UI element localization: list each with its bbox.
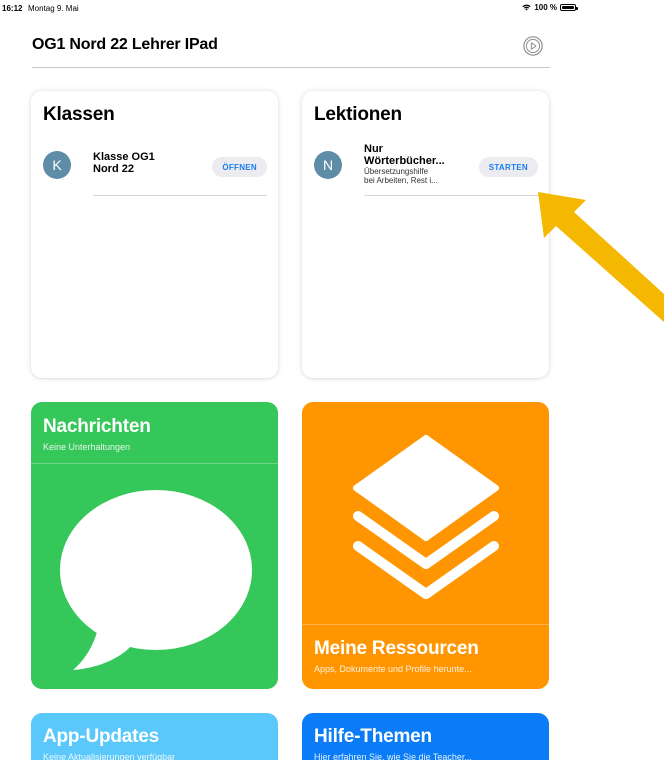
- settings-icon[interactable]: [522, 35, 544, 57]
- message-bubble-icon: [60, 490, 252, 670]
- lesson-name-line2: Wörterbücher...: [364, 155, 445, 167]
- lesson-name: Nur Wörterbücher...: [364, 143, 445, 167]
- lessons-card: Lektionen N Nur Wörterbücher... Übersetz…: [302, 91, 549, 378]
- resources-subtitle: Apps, Dokumente und Profile herunte...: [314, 664, 472, 674]
- lesson-desc-line2: bei Arbeiten, Rest i...: [364, 176, 438, 185]
- layers-icon: [353, 435, 499, 599]
- app-updates-card[interactable]: App-Updates Keine Aktualisierungen verfü…: [31, 713, 278, 760]
- resources-divider: [302, 624, 549, 625]
- messages-divider: [31, 463, 278, 464]
- row-divider: [364, 195, 538, 196]
- status-date: Montag 9. Mai: [28, 4, 79, 13]
- status-right: 100 %: [522, 3, 578, 12]
- battery-percentage: 100 %: [534, 3, 557, 12]
- app-updates-title: App-Updates: [43, 726, 160, 747]
- class-avatar: K: [43, 151, 71, 179]
- resources-title: Meine Ressourcen: [314, 638, 479, 659]
- header-divider: [32, 67, 550, 68]
- app-updates-subtitle: Keine Aktualisierungen verfügbar: [43, 752, 176, 760]
- wifi-icon: [522, 4, 531, 11]
- status-bar: 16:12 Montag 9. Mai 100 %: [0, 0, 664, 16]
- lesson-desc-line1: Übersetzungshilfe: [364, 167, 429, 176]
- battery-icon: [560, 4, 578, 11]
- help-topics-card[interactable]: Hilfe-Themen Hier erfahren Sie, wie Sie …: [302, 713, 549, 760]
- row-divider: [93, 195, 267, 196]
- messages-title: Nachrichten: [43, 416, 151, 437]
- resources-card[interactable]: Meine Ressourcen Apps, Dokumente und Pro…: [302, 402, 549, 689]
- start-lesson-button[interactable]: STARTEN: [478, 157, 538, 177]
- lesson-avatar: N: [314, 151, 342, 179]
- classes-title: Klassen: [43, 104, 115, 125]
- classes-card: Klassen K Klasse OG1 Nord 22 ÖFFNEN: [31, 91, 278, 378]
- class-name-line2: Nord 22: [93, 163, 134, 175]
- page-title: OG1 Nord 22 Lehrer IPad: [32, 36, 218, 53]
- class-name-line1: Klasse OG1: [93, 151, 155, 163]
- help-topics-title: Hilfe-Themen: [314, 726, 432, 747]
- status-time: 16:12: [2, 4, 23, 13]
- arrow-annotation: [538, 192, 664, 322]
- lesson-name-line1: Nur: [364, 143, 383, 155]
- messages-card[interactable]: Nachrichten Keine Unterhaltungen: [31, 402, 278, 689]
- lesson-row[interactable]: N Nur Wörterbücher... Übersetzungshilfe …: [314, 143, 538, 199]
- messages-subtitle: Keine Unterhaltungen: [43, 442, 131, 452]
- open-class-button[interactable]: ÖFFNEN: [212, 157, 267, 177]
- help-topics-subtitle: Hier erfahren Sie, wie Sie die Teacher..…: [314, 752, 472, 760]
- class-name: Klasse OG1 Nord 22: [93, 151, 155, 175]
- lesson-description: Übersetzungshilfe bei Arbeiten, Rest i..…: [364, 167, 438, 185]
- lessons-title: Lektionen: [314, 104, 402, 125]
- class-row[interactable]: K Klasse OG1 Nord 22 ÖFFNEN: [43, 143, 267, 199]
